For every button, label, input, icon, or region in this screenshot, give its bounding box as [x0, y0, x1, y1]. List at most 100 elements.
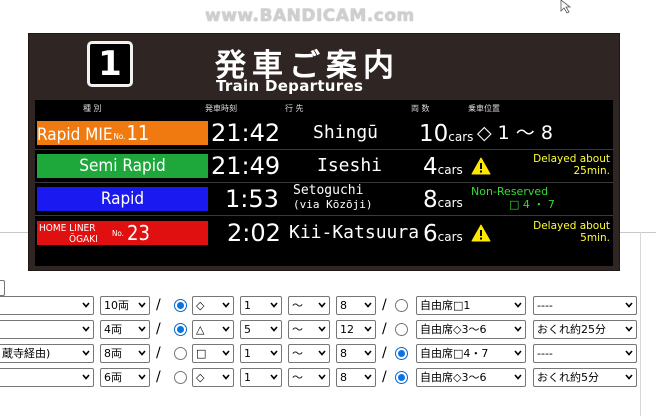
delay-select[interactable]: ---- [533, 296, 637, 315]
track-number-badge: 1 [87, 41, 133, 87]
position-range-value: 〜 [292, 299, 303, 312]
car-count-select[interactable]: 6両 [100, 368, 150, 387]
separator: / [156, 369, 161, 385]
seat-note-select[interactable]: 自由席◇3〜6 [416, 320, 526, 339]
train-type-line1: HOME LINER [39, 223, 96, 234]
position-to-select[interactable]: 8 [336, 296, 376, 315]
position-mark-select[interactable]: ◇ [192, 368, 234, 387]
position-range-select[interactable]: 〜 [288, 296, 330, 315]
position-mark-select[interactable]: ◇ [192, 296, 234, 315]
delay-note-line2: 5min. [580, 232, 610, 244]
position-to-select[interactable]: 12 [336, 320, 376, 339]
position-from-value: 1 [244, 371, 251, 384]
seat-note-value: 自由席◇3〜6 [420, 323, 487, 336]
position-mark-select[interactable]: △ [192, 320, 234, 339]
train-type-select[interactable] [0, 320, 94, 339]
chevron-down-icon [514, 326, 522, 332]
car-count-number: 6 [423, 221, 438, 247]
train-type-select[interactable] [0, 296, 94, 315]
train-type-name: Semi Rapid [79, 156, 166, 176]
note-mode-radio[interactable] [395, 323, 408, 336]
delay-value: ---- [537, 299, 553, 312]
header-destination: 行 先 [285, 104, 304, 113]
position-mode-radio[interactable] [174, 299, 187, 312]
car-count: 10cars [419, 120, 473, 151]
chevron-down-icon [222, 374, 230, 380]
note-mode-radio[interactable] [395, 299, 408, 312]
separator: / [382, 321, 387, 337]
departure-board: 1 発車ご案内 Train Departures 種 別 発車時刻 行 先 両 … [28, 33, 620, 271]
car-count: 4cars [423, 153, 463, 184]
boarding-position: ◇ 1 〜 8 [477, 122, 553, 144]
position-mode-radio[interactable] [174, 323, 187, 336]
position-to-select[interactable]: 8 [336, 368, 376, 387]
position-from-select[interactable]: 1 [240, 368, 282, 387]
separator: / [156, 321, 161, 337]
train-type-badge: Rapid MIENo.11 [37, 121, 208, 145]
separator: / [382, 369, 387, 385]
delay-select[interactable]: ---- [533, 344, 637, 363]
position-range-select[interactable]: 〜 [288, 320, 330, 339]
position-from-value: 1 [244, 347, 251, 360]
screen: www.BANDICAM.com 1 発車ご案内 Train Departure… [0, 0, 656, 416]
seat-note-value: 自由席□1 [420, 299, 471, 312]
car-count-value: 6両 [104, 371, 122, 384]
delay-value: おくれ約5分 [537, 371, 599, 384]
position-from-select[interactable]: 1 [240, 296, 282, 315]
destination: Setoguchi [293, 183, 364, 198]
departure-row: Semi Rapid 21:49 Iseshi 4cars Delayed ab… [35, 150, 613, 182]
chevron-down-icon [364, 374, 372, 380]
train-type-value: 蔵寺経由) [2, 347, 51, 360]
train-number: 11 [126, 121, 150, 145]
position-from-select[interactable]: 1 [240, 344, 282, 363]
position-range-value: 〜 [292, 371, 303, 384]
position-mode-radio[interactable] [174, 371, 187, 384]
seat-note-select[interactable]: 自由席□1 [416, 296, 526, 315]
train-type-name: Rapid [100, 189, 145, 209]
position-from-select[interactable]: 5 [240, 320, 282, 339]
car-count-select[interactable]: 8両 [100, 344, 150, 363]
train-type-name: Rapid MIE [37, 125, 113, 145]
position-mark-select[interactable]: □ [192, 344, 234, 363]
position-range-select[interactable]: 〜 [288, 344, 330, 363]
car-count-select[interactable]: 10両 [100, 296, 150, 315]
note-mode-radio[interactable] [395, 347, 408, 360]
departure-time: 21:49 [211, 152, 281, 180]
position-mark-value: ◇ [196, 299, 205, 312]
position-to-select[interactable]: 8 [336, 344, 376, 363]
header-position: 乗車位置 [468, 104, 500, 113]
destination: Kii-Katsuura [289, 222, 420, 243]
watermark: www.BANDICAM.com [205, 6, 415, 26]
position-range-select[interactable]: 〜 [288, 368, 330, 387]
chevron-down-icon [514, 374, 522, 380]
seat-note-select[interactable]: 自由席◇3〜6 [416, 368, 526, 387]
position-to-value: 12 [340, 323, 354, 336]
warning-icon [471, 224, 491, 242]
delay-select[interactable]: おくれ約5分 [533, 368, 637, 387]
delay-note: Delayed about 25min. [492, 153, 610, 177]
position-mode-radio[interactable] [174, 347, 187, 360]
note-mode-radio[interactable] [395, 371, 408, 384]
train-type-select[interactable]: 蔵寺経由) [0, 344, 94, 363]
header-time: 発車時刻 [205, 104, 237, 113]
position-mark-value: △ [196, 323, 205, 336]
chevron-down-icon [625, 374, 633, 380]
seat-note-select[interactable]: 自由席□4・7 [416, 344, 526, 363]
departure-row: Rapid 1:53 Setoguchi (via Kōzōji) 8cars … [35, 183, 613, 215]
car-count-unit: cars [437, 196, 463, 210]
train-type-select[interactable] [0, 368, 94, 387]
chevron-down-icon [82, 326, 90, 332]
mouse-cursor-icon [560, 0, 572, 14]
delay-select[interactable]: おくれ約25分 [533, 320, 637, 339]
board-title-en: Train Departures [216, 77, 364, 95]
car-count-number: 10 [419, 121, 449, 147]
chevron-down-icon [270, 374, 278, 380]
departure-time: 21:42 [211, 119, 281, 147]
chevron-down-icon [222, 350, 230, 356]
car-count-unit: cars [448, 130, 474, 144]
car-count-select[interactable]: 4両 [100, 320, 150, 339]
partial-control[interactable] [0, 280, 5, 296]
train-type-badge: HOME LINER ŌGAKI No. 23 [37, 221, 208, 245]
separator: / [382, 297, 387, 313]
position-to-value: 8 [340, 371, 347, 384]
